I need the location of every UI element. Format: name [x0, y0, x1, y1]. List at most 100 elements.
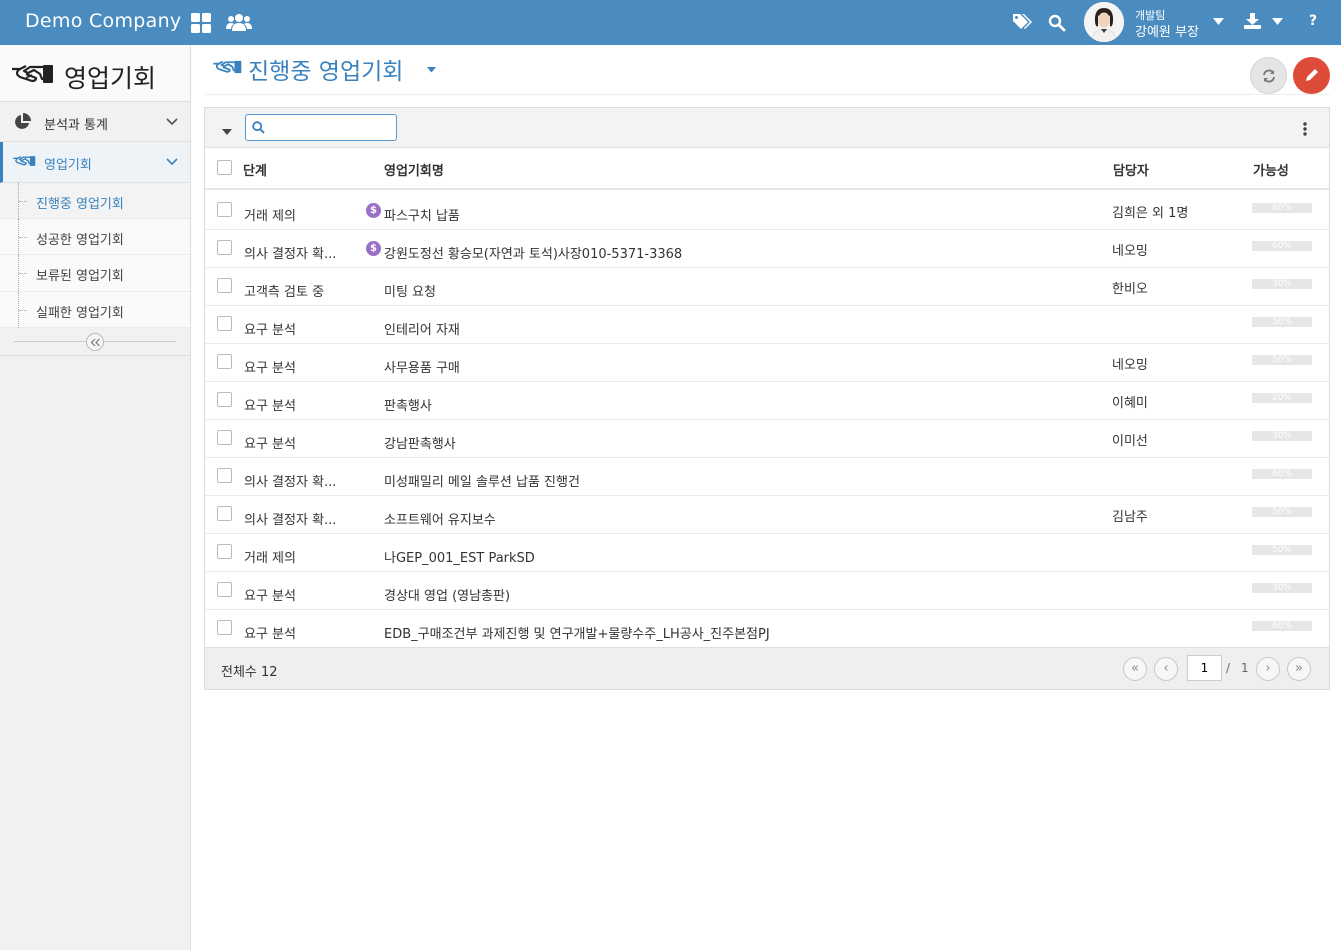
table-row[interactable]: 요구 분석 인테리어 자재 50%	[205, 306, 1329, 344]
probability-bar: 50%	[1252, 545, 1312, 555]
cell-opportunity-name[interactable]: 나GEP_001_EST ParkSD	[384, 547, 535, 566]
cell-opportunity-name[interactable]: 미팅 요청	[384, 281, 436, 300]
dollar-badge-icon: $	[366, 241, 381, 256]
row-checkbox[interactable]	[217, 202, 232, 217]
probability-label: 50%	[1271, 545, 1292, 555]
row-checkbox[interactable]	[217, 240, 232, 255]
tags-icon[interactable]	[1012, 13, 1032, 31]
pencil-icon	[1306, 69, 1318, 81]
sidebar-subitem-in-progress[interactable]: 진행중 영업기회	[0, 183, 190, 219]
probability-bar: 20%	[1252, 393, 1312, 403]
user-name[interactable]: 강예원 부장	[1135, 21, 1199, 40]
cell-opportunity-name[interactable]: 파스구치 납품	[384, 205, 460, 224]
user-photo	[1084, 2, 1124, 42]
probability-bar: 60%	[1252, 621, 1312, 631]
row-checkbox[interactable]	[217, 620, 232, 635]
help-icon[interactable]: ?	[1309, 13, 1317, 29]
sidebar-item-opportunities[interactable]: 영업기회	[0, 142, 190, 183]
search-box[interactable]	[245, 114, 397, 141]
row-checkbox[interactable]	[217, 354, 232, 369]
handshake-icon	[213, 60, 242, 74]
probability-label: 20%	[1271, 393, 1292, 403]
probability-bar: 50%	[1252, 317, 1312, 327]
apps-grid-icon[interactable]	[190, 12, 212, 34]
prev-page-button[interactable]: ‹	[1154, 657, 1178, 681]
sidebar-subitem-won[interactable]: 성공한 영업기회	[0, 219, 190, 255]
probability-label: 80%	[1271, 203, 1292, 213]
table-row[interactable]: 의사 결정자 확... $ 강원도정선 황승모(자연과 토석)사장010-5371-…	[205, 230, 1329, 268]
sidebar-item-label: 영업기회	[44, 158, 92, 173]
title-dropdown-caret-icon[interactable]	[427, 67, 436, 73]
brand-name[interactable]: Demo Company	[25, 10, 181, 32]
row-checkbox[interactable]	[217, 392, 232, 407]
cell-owner: 한비오	[1112, 282, 1148, 297]
table-row[interactable]: 고객측 검토 중 미팅 요청 한비오 30%	[205, 268, 1329, 306]
sidebar-item-label: 분석과 통계	[44, 118, 108, 133]
row-checkbox[interactable]	[217, 544, 232, 559]
filter-dropdown-caret-icon[interactable]	[222, 129, 232, 135]
row-checkbox[interactable]	[217, 316, 232, 331]
cell-opportunity-name[interactable]: 강남판촉행사	[384, 433, 456, 452]
cell-opportunity-name[interactable]: EDB_구매조건부 과제진행 및 연구개발+물량수주_LH공사_진주본점PJ	[384, 623, 770, 642]
title-divider	[204, 94, 1330, 95]
sidebar-subitem-on-hold[interactable]: 보류된 영업기회	[0, 255, 190, 292]
table-row[interactable]: 거래 제의 나GEP_001_EST ParkSD 50%	[205, 534, 1329, 572]
next-page-button[interactable]: ›	[1256, 657, 1280, 681]
cell-opportunity-name[interactable]: 사무용품 구매	[384, 357, 460, 376]
table-row[interactable]: 의사 결정자 확... 미성패밀리 메일 솔루션 납품 진행건 60%	[205, 458, 1329, 496]
table-row[interactable]: 요구 분석 사무용품 구매 네오밍 50%	[205, 344, 1329, 382]
table-row[interactable]: 거래 제의 $ 파스구치 납품 김희은 외 1명 80%	[205, 192, 1329, 230]
probability-bar: 50%	[1252, 355, 1312, 365]
select-all-checkbox[interactable]	[217, 160, 232, 175]
row-checkbox[interactable]	[217, 506, 232, 521]
cell-opportunity-name[interactable]: 인테리어 자재	[384, 319, 460, 338]
column-header-name[interactable]: 영업기회명	[384, 160, 444, 179]
avatar[interactable]	[1084, 2, 1124, 42]
probability-label: 50%	[1271, 355, 1292, 365]
more-options-icon[interactable]	[1303, 122, 1307, 136]
table-row[interactable]: 의사 결정자 확... 소프트웨어 유지보수 김남주 50%	[205, 496, 1329, 534]
first-page-button[interactable]: «	[1123, 657, 1147, 681]
row-checkbox[interactable]	[217, 430, 232, 445]
people-icon[interactable]	[226, 11, 252, 33]
page-title[interactable]: 진행중 영업기회	[248, 52, 403, 86]
download-caret-icon[interactable]	[1272, 18, 1283, 26]
row-checkbox[interactable]	[217, 468, 232, 483]
page-number-input[interactable]	[1187, 655, 1222, 681]
table-row[interactable]: 요구 분석 판촉행사 이혜미 20%	[205, 382, 1329, 420]
cell-owner: 이미선	[1112, 434, 1148, 449]
probability-label: 50%	[1271, 507, 1292, 517]
column-header-probability[interactable]: 가능성	[1253, 160, 1289, 179]
column-header-stage[interactable]: 단계	[243, 160, 267, 179]
table-row[interactable]: 요구 분석 강남판촉행사 이미선 30%	[205, 420, 1329, 458]
row-checkbox[interactable]	[217, 278, 232, 293]
cell-opportunity-name[interactable]: 판촉행사	[384, 395, 432, 414]
cell-owner: 김희은 외 1명	[1112, 206, 1189, 221]
cell-stage: 의사 결정자 확...	[244, 247, 337, 262]
download-icon[interactable]	[1244, 13, 1261, 29]
collapse-sidebar-button[interactable]	[86, 333, 104, 351]
handshake-icon	[13, 156, 36, 166]
probability-label: 30%	[1271, 431, 1292, 441]
cell-opportunity-name[interactable]: 경상대 영업 (영남총판)	[384, 585, 510, 604]
sidebar-subitem-lost[interactable]: 실패한 영업기회	[0, 292, 190, 328]
search-input[interactable]	[268, 118, 393, 137]
table-row[interactable]: 요구 분석 경상대 영업 (영남총판) 30%	[205, 572, 1329, 610]
sidebar-collapse-bar	[0, 328, 190, 356]
cell-opportunity-name[interactable]: 미성패밀리 메일 솔루션 납품 진행건	[384, 471, 580, 490]
row-checkbox[interactable]	[217, 582, 232, 597]
sidebar-subitem-label: 보류된 영업기회	[36, 269, 124, 284]
cell-opportunity-name[interactable]: 소프트웨어 유지보수	[384, 509, 496, 528]
cell-opportunity-name[interactable]: 강원도정선 황승모(자연과 토석)사장010-5371-3368	[384, 243, 682, 262]
table-header: 단계 영업기회명 담당자 가능성	[205, 148, 1329, 190]
user-menu-caret-icon[interactable]	[1213, 18, 1224, 26]
edit-button[interactable]	[1293, 57, 1330, 94]
dollar-badge-icon: $	[366, 203, 381, 218]
table-row[interactable]: 요구 분석 EDB_구매조건부 과제진행 및 연구개발+물량수주_LH공사_진주본…	[205, 610, 1329, 648]
sidebar-subitem-label: 성공한 영업기회	[36, 233, 124, 248]
last-page-button[interactable]: »	[1287, 657, 1311, 681]
search-icon[interactable]	[1048, 14, 1066, 32]
refresh-button[interactable]	[1250, 57, 1287, 94]
column-header-owner[interactable]: 담당자	[1113, 160, 1149, 179]
sidebar-item-analytics[interactable]: 분석과 통계	[0, 102, 190, 142]
